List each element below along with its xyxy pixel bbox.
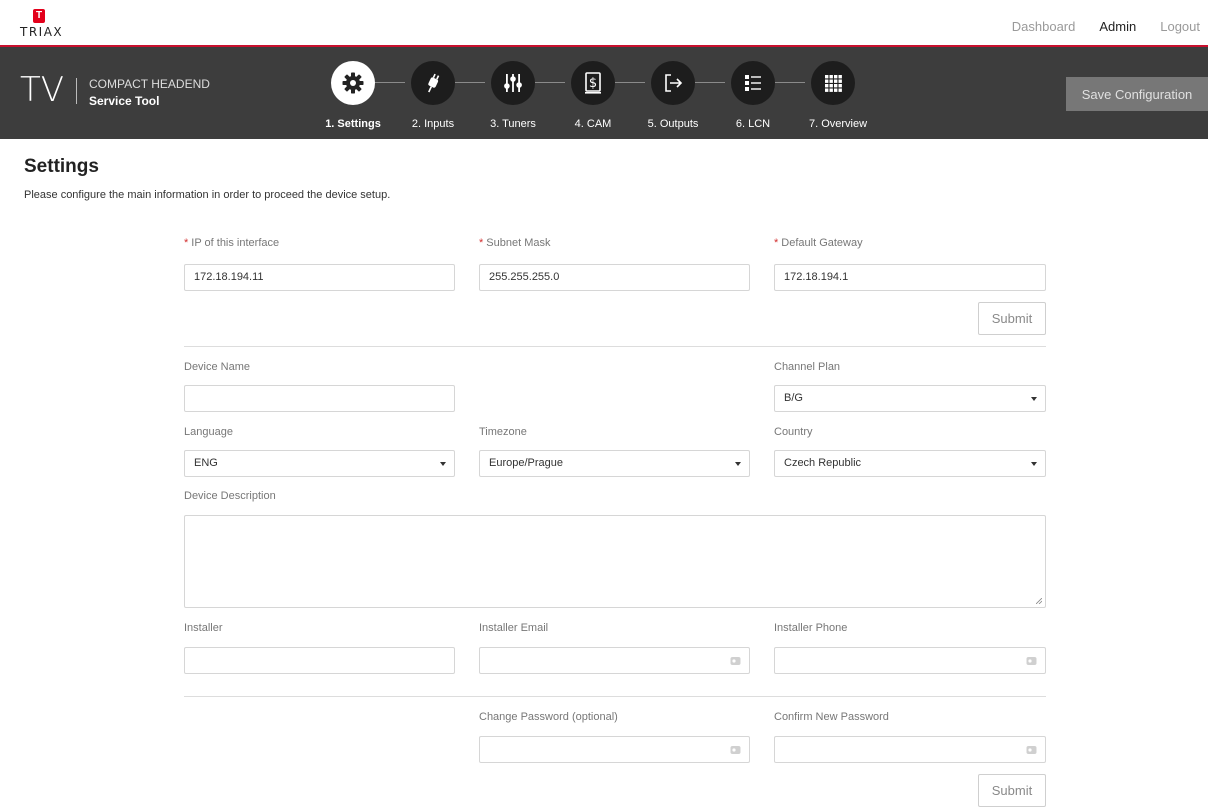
step-tuners-button[interactable] <box>491 61 535 105</box>
installer-phone-input[interactable] <box>774 647 1046 674</box>
step-label[interactable]: 4. CAM <box>575 118 612 130</box>
installer-email-label: Installer Email <box>479 622 549 634</box>
nav-admin[interactable]: Admin <box>1099 19 1136 34</box>
installer-label: Installer <box>184 622 223 634</box>
top-bar: T TRIAX Dashboard Admin Logout <box>0 0 1208 46</box>
grid-icon <box>825 75 842 92</box>
step-connector <box>535 82 565 83</box>
installer-email-input[interactable] <box>479 647 750 674</box>
autofill-icon[interactable] <box>1026 745 1037 755</box>
logo-text: TRIAX <box>20 25 64 39</box>
country-select[interactable]: Czech Republic <box>774 450 1046 477</box>
triax-logo[interactable]: T TRIAX <box>20 9 64 39</box>
password-submit-button[interactable]: Submit <box>978 774 1046 807</box>
language-label: Language <box>184 426 233 438</box>
subnet-input[interactable]: 255.255.255.0 <box>479 264 750 291</box>
step-connector <box>615 82 645 83</box>
autofill-icon[interactable] <box>730 745 741 755</box>
step-connector <box>775 82 805 83</box>
change-password-input[interactable] <box>479 736 750 763</box>
step-label[interactable]: 6. LCN <box>736 118 770 130</box>
list-icon <box>745 75 761 91</box>
device-name-label: Device Name <box>184 361 251 373</box>
device-description-textarea[interactable] <box>184 515 1046 608</box>
nav-dashboard[interactable]: Dashboard <box>1012 19 1076 34</box>
timezone-value: Europe/Prague <box>489 457 563 469</box>
caret-down-icon <box>1031 462 1037 466</box>
required-mark: * <box>479 237 484 249</box>
installer-phone-label: Installer Phone <box>774 622 848 634</box>
confirm-password-input[interactable] <box>774 736 1046 763</box>
nav-logout[interactable]: Logout <box>1160 19 1200 34</box>
channel-plan-select[interactable]: B/G <box>774 385 1046 412</box>
channel-plan-label: Channel Plan <box>774 361 841 373</box>
section-divider <box>184 346 1046 347</box>
step-label[interactable]: 7. Overview <box>809 118 867 130</box>
change-password-label: Change Password (optional) <box>479 711 618 723</box>
installer-input[interactable] <box>184 647 455 674</box>
page-description: Please configure the main information in… <box>24 189 391 201</box>
step-connector <box>375 82 405 83</box>
resize-grip-icon[interactable] <box>1036 598 1042 604</box>
gateway-label: * Default Gateway <box>774 237 863 249</box>
network-submit-button[interactable]: Submit <box>978 302 1046 335</box>
step-connector <box>455 82 485 83</box>
step-label[interactable]: 2. Inputs <box>412 118 454 130</box>
language-select[interactable]: ENG <box>184 450 455 477</box>
page-title: Settings <box>24 156 99 177</box>
subnet-label: * Subnet Mask <box>479 237 551 249</box>
sliders-icon <box>504 74 522 92</box>
caret-down-icon <box>735 462 741 466</box>
save-configuration-button[interactable]: Save Configuration <box>1066 77 1208 111</box>
confirm-password-label: Confirm New Password <box>774 711 889 723</box>
output-icon <box>665 74 683 92</box>
section-divider <box>184 696 1046 697</box>
wizard-header: TV COMPACT HEADEND Service Tool 1. Setti… <box>0 47 1208 139</box>
required-mark: * <box>774 237 779 249</box>
step-label[interactable]: 1. Settings <box>325 118 381 130</box>
step-lcn-button[interactable] <box>731 61 775 105</box>
caret-down-icon <box>1031 397 1037 401</box>
step-inputs-button[interactable] <box>411 61 455 105</box>
channel-plan-value: B/G <box>784 392 803 404</box>
card-icon: $ <box>585 72 601 94</box>
step-connector <box>695 82 725 83</box>
ip-input[interactable]: 172.18.194.11 <box>184 264 455 291</box>
device-name-input[interactable] <box>184 385 455 412</box>
device-description-label: Device Description <box>184 490 276 502</box>
required-mark: * <box>184 237 189 249</box>
step-outputs-button[interactable] <box>651 61 695 105</box>
svg-text:$: $ <box>589 76 597 91</box>
autofill-icon[interactable] <box>1026 656 1037 666</box>
country-value: Czech Republic <box>784 457 862 469</box>
timezone-select[interactable]: Europe/Prague <box>479 450 750 477</box>
gateway-input[interactable]: 172.18.194.1 <box>774 264 1046 291</box>
logo-mark: T <box>33 9 45 23</box>
gear-icon <box>342 72 364 94</box>
country-label: Country <box>774 426 813 438</box>
step-label[interactable]: 5. Outputs <box>648 118 699 130</box>
step-label[interactable]: 3. Tuners <box>490 118 536 130</box>
step-cam-button[interactable]: $ <box>571 61 615 105</box>
timezone-label: Timezone <box>479 426 527 438</box>
autofill-icon[interactable] <box>730 656 741 666</box>
plug-icon <box>428 73 440 93</box>
ip-label: * IP of this interface <box>184 237 280 249</box>
caret-down-icon <box>440 462 446 466</box>
step-overview-button[interactable] <box>811 61 855 105</box>
step-settings-button[interactable] <box>331 61 375 105</box>
language-value: ENG <box>194 457 218 469</box>
top-nav: Dashboard Admin Logout <box>1012 19 1200 34</box>
wizard-steps: 1. Settings 2. Inputs 3. Tuners $ 4. CAM… <box>0 47 1208 139</box>
